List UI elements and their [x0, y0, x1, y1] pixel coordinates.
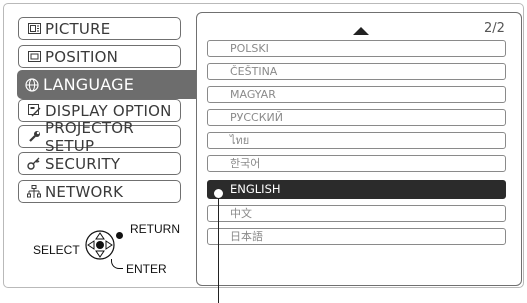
callout-line [218, 193, 219, 303]
network-icon [27, 184, 41, 199]
menu-item-position[interactable]: POSITION [18, 45, 181, 68]
menu-item-label: LANGUAGE [43, 75, 135, 94]
display-option-icon [27, 104, 41, 118]
language-item-cestina[interactable]: ČEŠTINA [207, 63, 506, 80]
menu-item-language[interactable]: LANGUAGE [17, 70, 197, 99]
menu-item-label: SECURITY [45, 154, 121, 173]
menu-item-label: DISPLAY OPTION [45, 101, 172, 120]
callout-dot [214, 189, 223, 198]
menu-item-label: PICTURE [45, 19, 111, 38]
menu-item-label: POSITION [45, 47, 119, 66]
menu-item-projector-setup[interactable]: PROJECTOR SETUP [18, 119, 181, 155]
page-indicator: 2/2 [484, 21, 505, 36]
menu-item-network[interactable]: NETWORK [18, 180, 181, 203]
return-label: RETURN [130, 222, 180, 236]
picture-icon [27, 22, 41, 36]
select-label: SELECT [33, 243, 80, 257]
language-item-chinese[interactable]: 中文 [207, 205, 506, 222]
menu-item-picture[interactable]: PICTURE [18, 17, 181, 40]
language-item-russian[interactable]: РУССКИЙ [207, 109, 506, 126]
language-item-english[interactable]: ENGLISH [207, 180, 506, 199]
scroll-up-arrow-icon[interactable] [353, 27, 369, 35]
key-icon [27, 157, 41, 171]
wrench-icon [27, 130, 41, 144]
language-item-polski[interactable]: POLSKI [207, 40, 506, 57]
language-item-japanese[interactable]: 日本語 [207, 228, 506, 245]
menu-item-label: PROJECTOR SETUP [45, 118, 134, 155]
menu-item-label: NETWORK [45, 182, 124, 201]
return-dot-icon [116, 232, 123, 239]
position-icon [27, 50, 41, 64]
menu-item-security[interactable]: SECURITY [18, 152, 181, 175]
language-item-korean[interactable]: 한국어 [207, 155, 506, 172]
language-item-thai[interactable]: ไทย [207, 132, 506, 149]
enter-label: ENTER [126, 262, 167, 276]
globe-icon [25, 77, 39, 92]
language-item-magyar[interactable]: MAGYAR [207, 86, 506, 103]
